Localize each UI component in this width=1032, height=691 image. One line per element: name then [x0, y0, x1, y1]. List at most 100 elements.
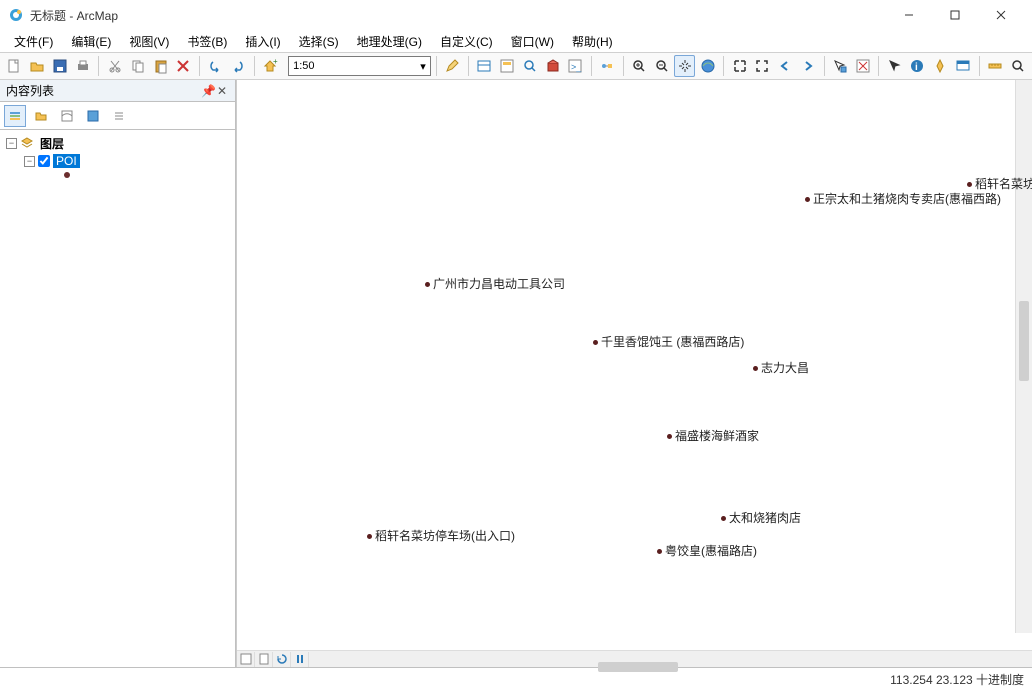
paste-button[interactable]	[150, 55, 171, 77]
list-by-drawing-order-tab[interactable]	[4, 105, 26, 127]
html-popup-button[interactable]	[953, 55, 974, 77]
close-button[interactable]	[978, 0, 1024, 30]
model-builder-button[interactable]	[597, 55, 618, 77]
menu-geoprocessing[interactable]: 地理处理(G)	[349, 31, 430, 52]
app-icon	[8, 7, 24, 23]
poi-label[interactable]: 太和烧猪肉店	[721, 509, 801, 526]
menu-insert[interactable]: 插入(I)	[237, 31, 288, 52]
redo-button[interactable]	[228, 55, 249, 77]
open-button[interactable]	[27, 55, 48, 77]
poi-label[interactable]: 粤饺皇(惠福路店)	[657, 542, 757, 559]
poi-marker-icon	[593, 340, 598, 345]
svg-text:>_: >_	[571, 62, 582, 72]
clear-selection-button[interactable]	[852, 55, 873, 77]
poi-marker-icon	[657, 549, 662, 554]
poi-label[interactable]: 广州市力昌电动工具公司	[425, 275, 565, 292]
measure-button[interactable]	[985, 55, 1006, 77]
poi-label[interactable]: 志力大昌	[753, 359, 809, 376]
options-tab[interactable]	[108, 105, 130, 127]
layer-name[interactable]: POI	[53, 154, 80, 168]
map-view-wrapper: 稻轩名菜坊正宗太和土猪烧肉专卖店(惠福西路)广州市力昌电动工具公司千里香馄饨王 …	[236, 80, 1032, 667]
poi-marker-icon	[805, 197, 810, 202]
status-bar: 113.254 23.123 十进制度	[0, 667, 1032, 691]
cut-button[interactable]	[104, 55, 125, 77]
menu-select[interactable]: 选择(S)	[291, 31, 347, 52]
editor-toolbar-button[interactable]	[442, 55, 463, 77]
zoom-in-button[interactable]	[629, 55, 650, 77]
catalog-button[interactable]	[496, 55, 517, 77]
delete-button[interactable]	[173, 55, 194, 77]
hyperlink-button[interactable]	[930, 55, 951, 77]
poi-label[interactable]: 福盛楼海鲜酒家	[667, 427, 759, 444]
menu-edit[interactable]: 编辑(E)	[63, 31, 119, 52]
arc-toolbox-button[interactable]	[542, 55, 563, 77]
list-by-selection-tab[interactable]	[82, 105, 104, 127]
toc-title: 内容列表	[6, 82, 54, 99]
collapse-icon[interactable]: −	[24, 156, 35, 167]
layer-symbol[interactable]	[64, 172, 70, 178]
svg-text:i: i	[915, 62, 918, 73]
select-elements-button[interactable]	[884, 55, 905, 77]
table-of-contents-panel: 内容列表 📌 ✕ − 图层 − POI	[0, 80, 236, 667]
map-bottom-bar	[237, 650, 1032, 667]
fixed-zoom-out-button[interactable]	[752, 55, 773, 77]
forward-extent-button[interactable]	[798, 55, 819, 77]
chevron-down-icon: ▾	[420, 60, 426, 73]
svg-text:+: +	[273, 58, 278, 66]
collapse-icon[interactable]: −	[6, 138, 17, 149]
menu-view[interactable]: 视图(V)	[121, 31, 177, 52]
menu-bar: 文件(F) 编辑(E) 视图(V) 书签(B) 插入(I) 选择(S) 地理处理…	[0, 30, 1032, 52]
poi-marker-icon	[425, 282, 430, 287]
poi-label[interactable]: 千里香馄饨王 (惠福西路店)	[593, 333, 744, 350]
toc-tree: − 图层 − POI	[0, 130, 235, 667]
poi-label[interactable]: 正宗太和土猪烧肉专卖店(惠福西路)	[805, 190, 1001, 207]
toc-tabs	[0, 102, 235, 130]
tree-layer-row[interactable]: − POI	[6, 152, 229, 170]
poi-marker-icon	[753, 366, 758, 371]
fixed-zoom-in-button[interactable]	[729, 55, 750, 77]
poi-marker-icon	[721, 516, 726, 521]
pan-button[interactable]	[674, 55, 695, 77]
minimize-button[interactable]	[886, 0, 932, 30]
menu-customize[interactable]: 自定义(C)	[432, 31, 501, 52]
poi-label[interactable]: 稻轩名菜坊停车场(出入口)	[367, 527, 515, 544]
pin-icon[interactable]: 📌	[201, 84, 215, 98]
undo-button[interactable]	[205, 55, 226, 77]
select-features-button[interactable]	[830, 55, 851, 77]
table-of-contents-button[interactable]	[474, 55, 495, 77]
list-by-source-tab[interactable]	[30, 105, 52, 127]
poi-marker-icon	[667, 434, 672, 439]
search-button[interactable]	[519, 55, 540, 77]
tree-root[interactable]: − 图层	[6, 134, 229, 152]
python-button[interactable]: >_	[565, 55, 586, 77]
scale-combo[interactable]: 1:50 ▾	[288, 56, 431, 76]
layers-icon	[20, 136, 34, 150]
menu-bookmarks[interactable]: 书签(B)	[179, 31, 235, 52]
close-panel-icon[interactable]: ✕	[215, 84, 229, 98]
layout-view-button[interactable]	[255, 652, 273, 667]
find-button[interactable]	[1007, 55, 1028, 77]
coordinate-readout: 113.254 23.123 十进制度	[890, 671, 1024, 688]
menu-file[interactable]: 文件(F)	[6, 31, 61, 52]
identify-button[interactable]: i	[907, 55, 928, 77]
new-button[interactable]	[4, 55, 25, 77]
refresh-button[interactable]	[273, 652, 291, 667]
maximize-button[interactable]	[932, 0, 978, 30]
save-button[interactable]	[50, 55, 71, 77]
copy-button[interactable]	[127, 55, 148, 77]
add-data-button[interactable]: +	[259, 55, 280, 77]
data-view-button[interactable]	[237, 652, 255, 667]
map-canvas[interactable]: 稻轩名菜坊正宗太和土猪烧肉专卖店(惠福西路)广州市力昌电动工具公司千里香馄饨王 …	[237, 80, 1032, 650]
menu-help[interactable]: 帮助(H)	[564, 31, 621, 52]
title-bar: 无标题 - ArcMap	[0, 0, 1032, 30]
print-button[interactable]	[73, 55, 94, 77]
back-extent-button[interactable]	[775, 55, 796, 77]
full-extent-button[interactable]	[697, 55, 718, 77]
layer-visibility-checkbox[interactable]	[38, 155, 50, 167]
scale-value: 1:50	[293, 60, 314, 72]
list-by-visibility-tab[interactable]	[56, 105, 78, 127]
zoom-out-button[interactable]	[652, 55, 673, 77]
pause-drawing-button[interactable]	[291, 652, 309, 667]
vertical-scrollbar[interactable]	[1015, 80, 1032, 633]
menu-window[interactable]: 窗口(W)	[503, 31, 562, 52]
